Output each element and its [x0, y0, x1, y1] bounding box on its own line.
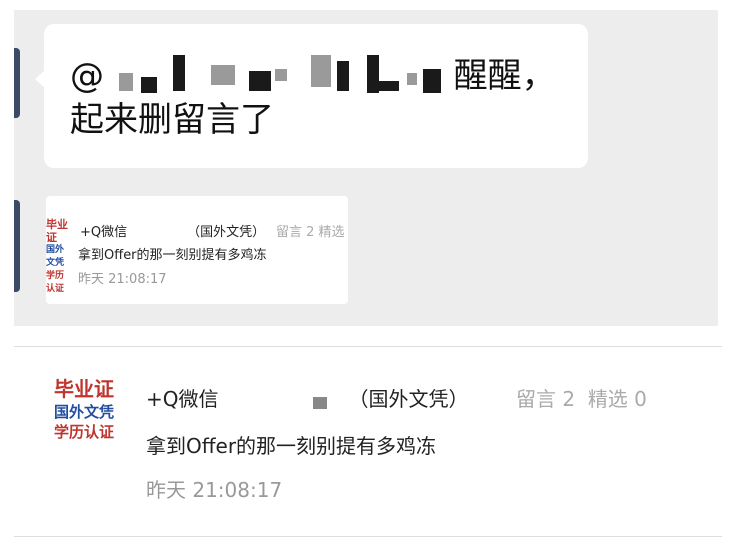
article-time: 昨天 21:08:17: [146, 478, 283, 502]
card-time: 昨天 21:08:17: [78, 272, 167, 287]
article-logo: 毕业证 国外文凭 学历认证: [54, 377, 115, 441]
sender-avatar[interactable]: [14, 200, 20, 292]
divider: [14, 536, 722, 537]
shared-article-card[interactable]: 毕业证 国外文凭 学历认证 +Q微信 （国外文凭） 留言 2 精选 拿到Offer…: [46, 196, 348, 304]
comment-count: 留言 2: [516, 387, 576, 411]
article-title[interactable]: +Q微信 （国外文凭）: [146, 383, 469, 412]
article-stats: 留言 2 精选 0: [516, 383, 647, 412]
chat-message-bubble[interactable]: @ 醒醒， 起来删留言了: [35, 24, 588, 168]
redacted-contact: [127, 226, 187, 236]
article-body[interactable]: 拿到Offer的那一刻别提有多鸡冻: [146, 430, 436, 459]
card-meta: 留言 2 精选: [276, 225, 345, 240]
redacted-username: [115, 55, 443, 95]
sender-avatar[interactable]: [14, 48, 20, 118]
article-logo: 毕业证 国外文凭 学历认证: [46, 218, 68, 294]
chat-area: @ 醒醒， 起来删留言了 毕业证 国外文凭 学历认证 +Q微信 （国外文凭） 留…: [14, 10, 718, 326]
card-title: +Q微信 （国外文凭）: [80, 225, 266, 240]
mention-at: @: [70, 56, 104, 96]
card-body: 拿到Offer的那一刻别提有多鸡冻: [78, 248, 267, 263]
chat-message-text: @ 醒醒， 起来删留言了: [70, 54, 570, 142]
chat-message-line2: 起来删留言了: [70, 100, 274, 140]
mention-suffix: 醒醒，: [453, 56, 556, 96]
redacted-contact: [219, 389, 349, 409]
selected-count: 精选 0: [587, 387, 647, 411]
divider: [14, 346, 722, 347]
